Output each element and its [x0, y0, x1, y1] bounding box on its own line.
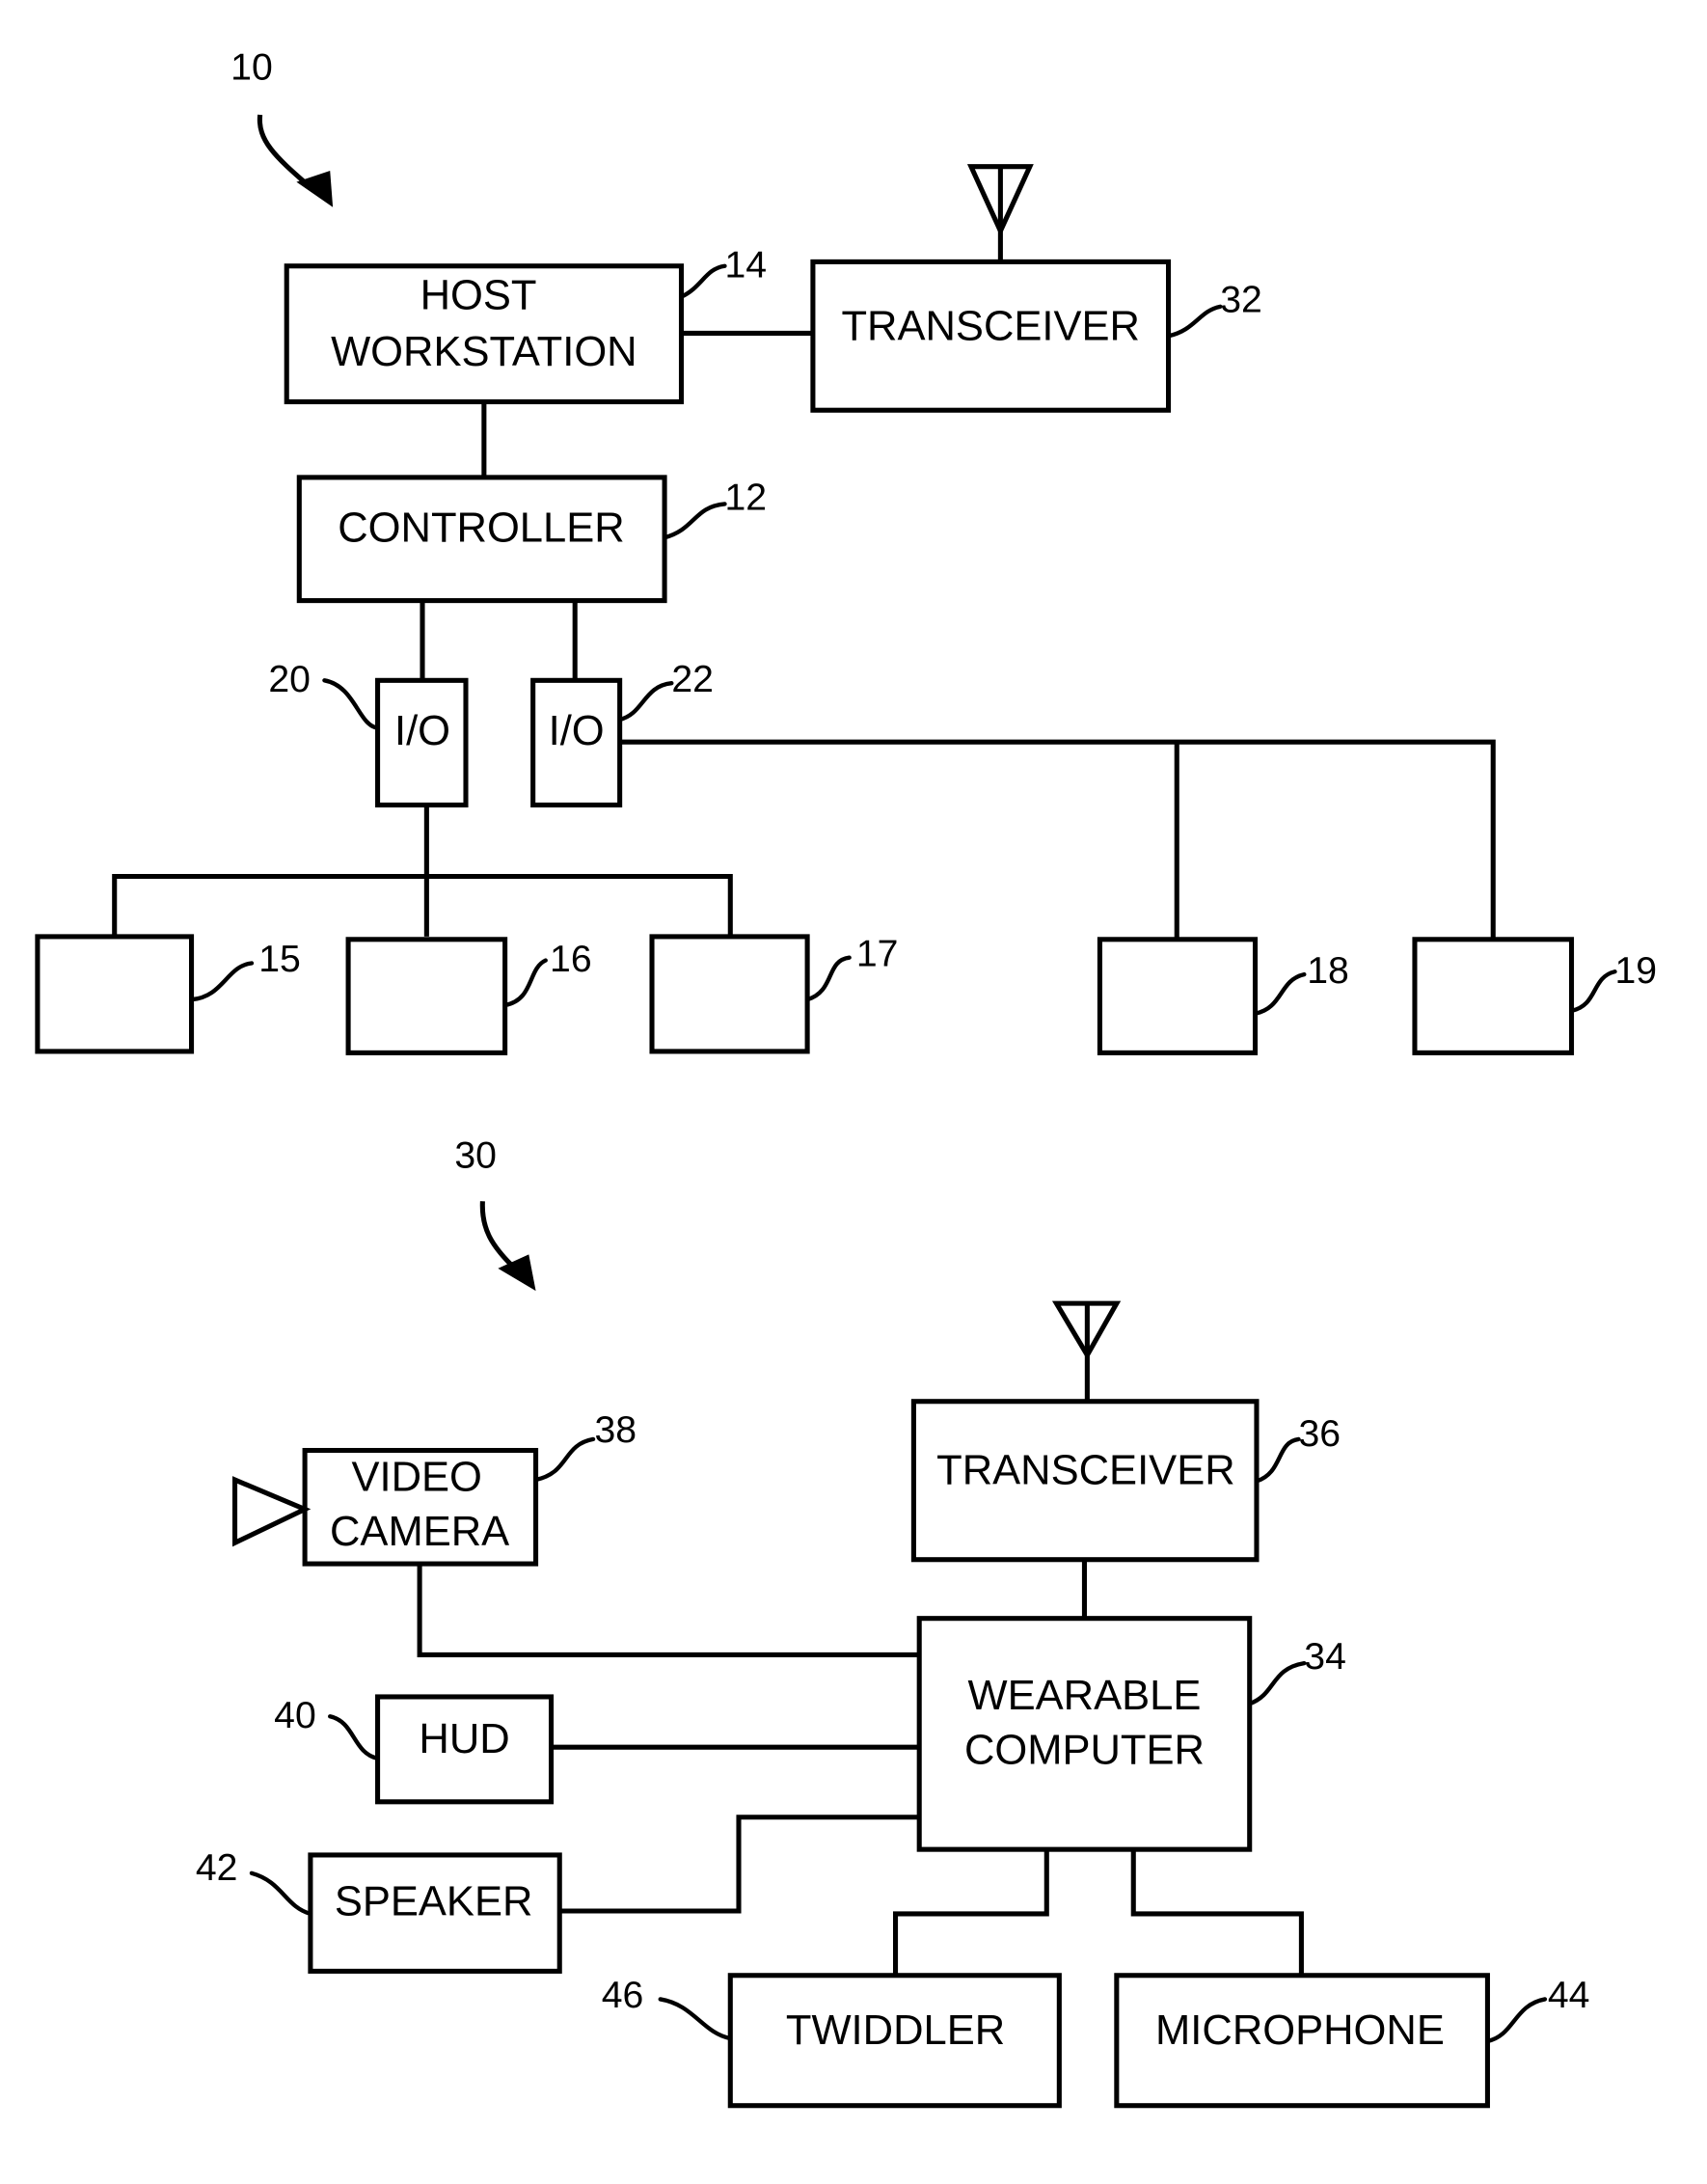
video-camera-label-line1: VIDEO [351, 1455, 481, 1501]
ref-16: 16 [550, 939, 592, 980]
leader-22 [617, 681, 674, 723]
wearable-computer-label-line2: COMPUTER [964, 1728, 1205, 1774]
block-diagram: 10 HOST WORKSTATION 14 TRANSCEIVER 32 CO… [35, 47, 1657, 2109]
leader-46 [658, 1997, 733, 2041]
leader-17 [804, 955, 852, 1002]
speaker-block: SPEAKER [308, 1852, 562, 1974]
ref-44: 44 [1548, 1975, 1590, 2016]
hud-block: HUD [375, 1694, 555, 1805]
mobile-transceiver-block: TRANSCEIVER [910, 1399, 1260, 1563]
leader-36 [1254, 1436, 1301, 1484]
device-17-block [649, 934, 810, 1054]
io-22-block: I/O [530, 677, 623, 808]
ref-46: 46 [602, 1975, 644, 2016]
device-18-block [1097, 937, 1259, 1055]
device-16-block [345, 937, 508, 1055]
antenna-icon [966, 164, 1034, 262]
host-workstation-label-line1: HOST [420, 273, 537, 319]
io-20-label: I/O [394, 708, 450, 754]
twiddler-block: TWIDDLER [727, 1973, 1062, 2109]
ref-18: 18 [1307, 950, 1349, 992]
ref-14: 14 [724, 244, 767, 286]
system-ref-label: 10 [230, 47, 273, 89]
wire-wearable-twiddler [892, 1849, 1049, 1976]
host-transceiver-label: TRANSCEIVER [841, 304, 1140, 350]
leader-16 [502, 958, 548, 1008]
wire-io20-bus [112, 805, 733, 937]
wire-speaker-wearable [559, 1815, 920, 1914]
camera-lens-icon [231, 1476, 312, 1547]
wearable-computer-label-line1: WEARABLE [968, 1673, 1202, 1719]
ref-22: 22 [671, 659, 714, 700]
leader-20 [322, 678, 380, 730]
host-workstation-block: HOST WORKSTATION [284, 263, 685, 405]
io-20-block: I/O [375, 677, 469, 808]
leader-44 [1485, 1997, 1548, 2044]
ref-34: 34 [1304, 1636, 1346, 1678]
microphone-label: MICROPHONE [1155, 2007, 1445, 2054]
wire-camera-wearable [417, 1564, 920, 1657]
leader-32 [1166, 304, 1223, 339]
ref-42: 42 [196, 1847, 238, 1889]
ref-32: 32 [1220, 280, 1262, 321]
mobile-transceiver-label: TRANSCEIVER [936, 1447, 1234, 1493]
mobile-ref-label: 30 [454, 1134, 497, 1176]
ref-20: 20 [268, 659, 311, 700]
leader-14 [679, 263, 727, 299]
leader-18 [1253, 971, 1307, 1016]
video-camera-block: VIDEO CAMERA [302, 1447, 539, 1567]
speaker-label: SPEAKER [335, 1878, 533, 1925]
antenna-icon [1051, 1300, 1122, 1402]
ref-19: 19 [1614, 950, 1657, 992]
wire-io22-bus [619, 739, 1496, 940]
hud-label: HUD [419, 1716, 509, 1762]
ref-36: 36 [1299, 1413, 1341, 1455]
io-22-label: I/O [549, 708, 605, 754]
system-pointer-arrow [257, 114, 334, 207]
wire-wearable-microphone [1130, 1849, 1304, 1976]
twiddler-label: TWIDDLER [786, 2007, 1005, 2054]
leader-15 [189, 961, 255, 1002]
device-15-block [35, 934, 195, 1054]
leader-42 [249, 1870, 313, 1917]
leader-40 [328, 1714, 380, 1761]
ref-12: 12 [724, 477, 767, 518]
mobile-pointer-arrow [479, 1201, 536, 1292]
leader-19 [1569, 969, 1617, 1014]
leader-34 [1247, 1660, 1307, 1706]
controller-block: CONTROLLER [296, 475, 667, 604]
host-transceiver-block: TRANSCEIVER [810, 259, 1172, 413]
leader-12 [662, 502, 727, 540]
host-workstation-label-line2: WORKSTATION [331, 329, 637, 375]
ref-38: 38 [595, 1409, 637, 1451]
device-19-block [1412, 937, 1575, 1055]
video-camera-label-line2: CAMERA [330, 1509, 509, 1555]
ref-15: 15 [258, 939, 301, 980]
controller-label: CONTROLLER [338, 505, 624, 552]
ref-40: 40 [274, 1695, 316, 1736]
microphone-block: MICROPHONE [1114, 1973, 1490, 2109]
leader-38 [533, 1436, 596, 1483]
wearable-computer-block: WEARABLE COMPUTER [916, 1616, 1253, 1852]
ref-17: 17 [856, 933, 899, 974]
